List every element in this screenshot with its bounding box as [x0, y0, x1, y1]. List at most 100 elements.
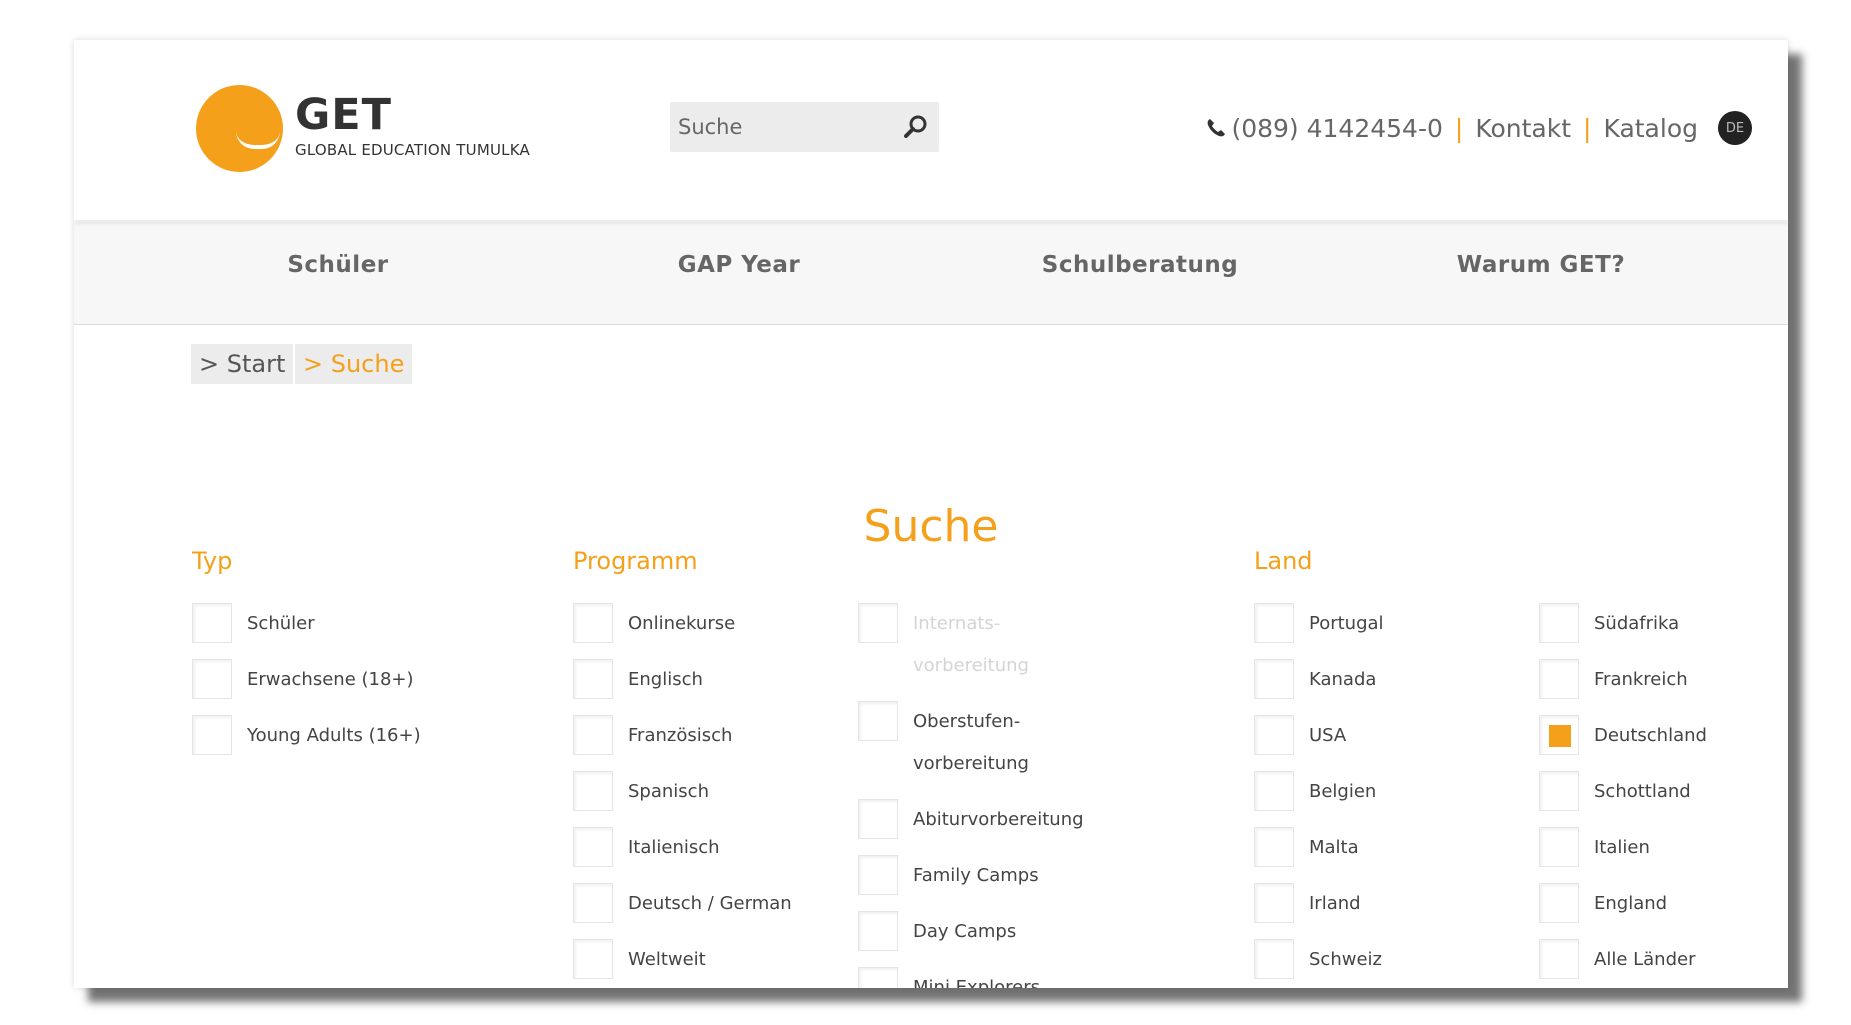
option-label: Belgien [1309, 781, 1377, 802]
phone-icon [1208, 119, 1226, 137]
option-label: Deutschland [1594, 725, 1707, 746]
option-label: Französisch [628, 725, 733, 746]
filter-option[interactable]: Malta [1254, 827, 1359, 869]
logo-subtitle: GLOBAL EDUCATION TUMULKA [295, 141, 530, 159]
filter-option[interactable]: USA [1254, 715, 1346, 757]
option-label: England [1594, 893, 1668, 914]
checkbox[interactable] [1254, 659, 1294, 699]
checkbox[interactable] [858, 967, 898, 988]
site-logo[interactable]: GET GLOBAL EDUCATION TUMULKA [196, 85, 536, 175]
option-label: Mini Explorers [913, 977, 1040, 988]
option-label: vorbereitung [913, 753, 1029, 774]
option-label: Alle Länder [1594, 949, 1696, 970]
option-label: Erwachsene (18+) [247, 669, 414, 690]
filter-option[interactable]: Young Adults (16+) [192, 715, 421, 757]
filter-option[interactable]: Portugal [1254, 603, 1384, 645]
option-label: Schottland [1594, 781, 1691, 802]
checkbox[interactable] [573, 939, 613, 979]
separator: | [1454, 113, 1464, 143]
checkbox[interactable] [858, 701, 898, 741]
filter-option[interactable]: Weltweit [573, 939, 706, 981]
filter-option-disabled: Internats- vorbereitung [858, 603, 1029, 687]
checkbox[interactable] [1254, 603, 1294, 643]
filter-option-checked[interactable]: Deutschland [1539, 715, 1707, 757]
filter-option[interactable]: Irland [1254, 883, 1361, 925]
checkbox[interactable] [1539, 883, 1579, 923]
header-contact-bar: (089) 4142454-0 | Kontakt | Katalog DE [1205, 110, 1752, 146]
checkbox[interactable] [573, 659, 613, 699]
option-label: Italien [1594, 837, 1650, 858]
filter-option[interactable]: Oberstufen- vorbereitung [858, 701, 1029, 785]
filter-option[interactable]: Französisch [573, 715, 732, 757]
checkbox[interactable] [1539, 771, 1579, 811]
checkbox-checked[interactable] [1539, 715, 1579, 755]
checkbox[interactable] [858, 911, 898, 951]
search-icon[interactable] [903, 114, 929, 140]
checkbox[interactable] [1539, 939, 1579, 979]
option-label: Schüler [247, 613, 315, 634]
filter-option[interactable]: Belgien [1254, 771, 1376, 813]
language-switcher[interactable]: DE [1718, 111, 1752, 145]
filter-option[interactable]: Englisch [573, 659, 703, 701]
option-label: Englisch [628, 669, 703, 690]
checkbox[interactable] [1539, 659, 1579, 699]
filter-option[interactable]: Deutsch / German [573, 883, 792, 925]
option-label: Young Adults (16+) [247, 725, 421, 746]
breadcrumb-start[interactable]: > Start [191, 344, 294, 384]
checkbox[interactable] [573, 827, 613, 867]
checkbox[interactable] [858, 799, 898, 839]
filter-option[interactable]: Südafrika [1539, 603, 1679, 645]
checkbox[interactable] [1539, 603, 1579, 643]
checkbox[interactable] [192, 603, 232, 643]
filter-option[interactable]: Day Camps [858, 911, 1016, 953]
search-input[interactable] [670, 102, 898, 152]
checkbox[interactable] [573, 603, 613, 643]
filter-option[interactable]: Alle Länder [1539, 939, 1695, 981]
nav-item-warum-get[interactable]: Warum GET? [1391, 252, 1691, 278]
filter-option[interactable]: Erwachsene (18+) [192, 659, 414, 701]
checkbox[interactable] [1254, 771, 1294, 811]
option-label: Kanada [1309, 669, 1377, 690]
option-label: Weltweit [628, 949, 706, 970]
checkbox[interactable] [1254, 939, 1294, 979]
option-label: Internats- [913, 613, 1001, 634]
filter-option[interactable]: England [1539, 883, 1667, 925]
filter-option[interactable]: Schweiz [1254, 939, 1382, 981]
filter-option[interactable]: Italien [1539, 827, 1650, 869]
option-label: Day Camps [913, 921, 1017, 942]
option-label: USA [1309, 725, 1347, 746]
filter-option[interactable]: Abiturvorbereitung [858, 799, 1084, 841]
nav-item-schueler[interactable]: Schüler [188, 252, 488, 278]
checkbox[interactable] [573, 771, 613, 811]
filter-option[interactable]: Italienisch [573, 827, 720, 869]
checkbox[interactable] [1539, 827, 1579, 867]
filter-option[interactable]: Schottland [1539, 771, 1691, 813]
filter-option[interactable]: Schüler [192, 603, 315, 645]
checkbox[interactable] [192, 659, 232, 699]
site-header: GET GLOBAL EDUCATION TUMULKA (089) 41424… [74, 40, 1788, 220]
filter-title-typ: Typ [192, 547, 233, 575]
nav-item-schulberatung[interactable]: Schulberatung [990, 252, 1290, 278]
checkbox[interactable] [1254, 715, 1294, 755]
filter-option[interactable]: Kanada [1254, 659, 1376, 701]
option-label: Schweiz [1309, 949, 1382, 970]
checkbox[interactable] [858, 855, 898, 895]
kontakt-link[interactable]: Kontakt [1475, 114, 1571, 143]
option-label: Irland [1309, 893, 1361, 914]
filter-option[interactable]: Onlinekurse [573, 603, 735, 645]
filter-option[interactable]: Spanisch [573, 771, 709, 813]
checkbox[interactable] [192, 715, 232, 755]
nav-item-gap-year[interactable]: GAP Year [589, 252, 889, 278]
main-nav: Schüler GAP Year Schulberatung Warum GET… [74, 222, 1788, 325]
filter-option[interactable]: Frankreich [1539, 659, 1688, 701]
checkbox[interactable] [573, 715, 613, 755]
checkbox[interactable] [1254, 883, 1294, 923]
phone-number[interactable]: (089) 4142454-0 [1231, 114, 1442, 143]
separator: | [1583, 113, 1592, 143]
checkbox[interactable] [573, 883, 613, 923]
filter-option[interactable]: Family Camps [858, 855, 1039, 897]
checkbox[interactable] [1254, 827, 1294, 867]
option-label: Frankreich [1594, 669, 1688, 690]
katalog-link[interactable]: Katalog [1603, 114, 1698, 143]
filter-option[interactable]: Mini Explorers [858, 967, 1040, 988]
